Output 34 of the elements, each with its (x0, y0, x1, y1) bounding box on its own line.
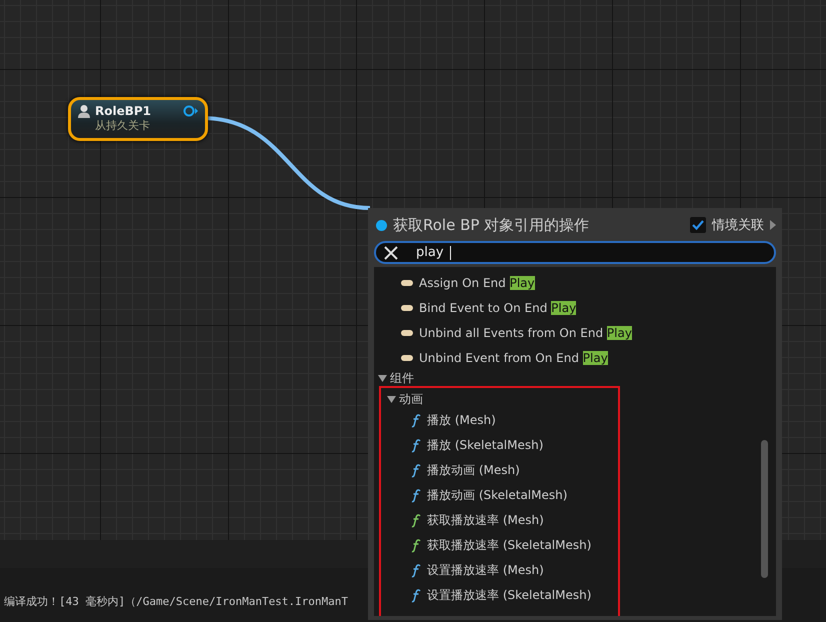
event-icon (401, 354, 413, 360)
menu-item[interactable]: Bind Event to On End Play (419, 300, 576, 314)
menu-item[interactable]: Unbind Event from On End Play (419, 350, 608, 364)
person-icon (77, 104, 91, 118)
close-icon[interactable] (384, 246, 398, 260)
status-message: 编译成功！[43 毫秒内]（/Game/Scene/IronManTest.IronManT (4, 594, 348, 608)
menu-item[interactable]: Assign On End Play (419, 276, 535, 290)
scrollbar[interactable] (761, 440, 768, 578)
menu-item[interactable]: 播放动画 (Mesh) (427, 462, 520, 479)
graph-node[interactable]: RoleBP1 从持久关卡 (68, 97, 208, 141)
menu-item[interactable]: 播放 (Mesh) (427, 412, 496, 429)
output-pin-icon[interactable] (183, 105, 199, 117)
menu-item[interactable]: 播放动画 (SkeletalMesh) (427, 487, 568, 504)
menu-title: 获取Role BP 对象引用的操作 (393, 216, 590, 234)
menu-item[interactable]: 获取播放速率 (SkeletalMesh) (427, 537, 592, 554)
expand-arrow-icon[interactable] (770, 220, 776, 230)
menu-item[interactable]: 设置播放速率 (SkeletalMesh) (427, 587, 592, 604)
search-field[interactable]: play (374, 241, 776, 264)
menu-item[interactable]: Unbind all Events from On End Play (419, 326, 632, 340)
checkbox[interactable] (690, 217, 706, 233)
menu-item[interactable]: 播放 (SkeletalMesh) (427, 437, 544, 454)
category-label[interactable]: 动画 (399, 390, 423, 408)
event-icon (401, 280, 413, 286)
menu-item[interactable]: 获取播放速率 (Mesh) (427, 512, 544, 529)
category-label[interactable]: 组件 (390, 370, 414, 386)
dot-icon (376, 220, 387, 230)
expand-arrow-icon[interactable] (378, 374, 387, 382)
event-icon (401, 330, 413, 336)
event-icon (401, 304, 413, 310)
node-title: RoleBP1 (95, 104, 152, 118)
checkbox-label: 情境关联 (712, 217, 764, 234)
menu-item[interactable]: 设置播放速率 (Mesh) (427, 562, 544, 579)
expand-arrow-icon[interactable] (387, 396, 396, 402)
node-subtitle: 从持久关卡 (95, 118, 151, 133)
